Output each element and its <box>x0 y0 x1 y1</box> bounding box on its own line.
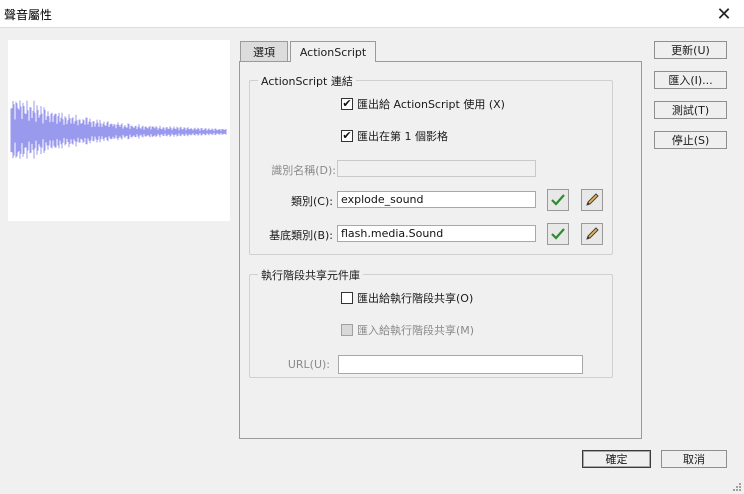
checkmark-icon <box>551 194 565 206</box>
waveform-preview <box>8 40 230 221</box>
export-runtime-row[interactable]: 匯出給執行階段共享(O) <box>341 290 473 306</box>
import-runtime-row: 匯入給執行階段共享(M) <box>341 322 474 338</box>
actionscript-panel: ActionScript 連結 ✔ 匯出給 ActionScript 使用 (X… <box>239 61 642 439</box>
export-frame1-label: 匯出在第 1 個影格 <box>357 130 448 143</box>
import-runtime-checkbox <box>341 324 353 336</box>
waveform-path <box>10 100 227 159</box>
export-frame1-checkbox[interactable]: ✔ <box>341 130 353 142</box>
validate-class-button[interactable] <box>547 189 569 211</box>
linkage-legend: ActionScript 連結 <box>258 73 356 89</box>
tab-actionscript[interactable]: ActionScript <box>290 41 376 62</box>
waveform-graphic <box>10 100 227 159</box>
export-actionscript-row[interactable]: ✔ 匯出給 ActionScript 使用 (X) <box>341 96 505 112</box>
edit-class-button[interactable] <box>581 189 603 211</box>
test-button[interactable]: 測試(T) <box>654 101 727 119</box>
identifier-label: 識別名稱(D): <box>271 164 336 177</box>
close-icon: ✕ <box>716 3 732 25</box>
ok-button[interactable]: 確定 <box>582 450 651 468</box>
base-class-label: 基底類別(B): <box>269 229 333 242</box>
export-frame1-row[interactable]: ✔ 匯出在第 1 個影格 <box>341 128 448 144</box>
identifier-input[interactable] <box>337 160 536 177</box>
pencil-icon <box>586 227 599 240</box>
class-label: 類別(C): <box>291 195 333 208</box>
resize-grip-icon[interactable] <box>730 480 742 492</box>
export-actionscript-checkbox[interactable]: ✔ <box>341 98 353 110</box>
base-class-input[interactable]: flash.media.Sound <box>337 225 536 242</box>
import-runtime-label: 匯入給執行階段共享(M) <box>357 324 475 337</box>
export-runtime-checkbox[interactable] <box>341 292 353 304</box>
edit-base-class-button[interactable] <box>581 223 603 245</box>
tab-options-label: 選項 <box>253 45 275 59</box>
class-input[interactable]: explode_sound <box>337 191 536 208</box>
title-bar: 聲音屬性 ✕ <box>0 0 744 28</box>
tab-actionscript-label: ActionScript <box>299 45 367 59</box>
close-button[interactable]: ✕ <box>704 0 744 28</box>
runtime-sharing-legend: 執行階段共享元件庫 <box>258 267 363 283</box>
export-runtime-label: 匯出給執行階段共享(O) <box>357 292 474 305</box>
url-input[interactable] <box>338 355 583 374</box>
import-button[interactable]: 匯入(I)... <box>654 71 727 89</box>
url-label: URL(U): <box>287 358 330 371</box>
stop-button[interactable]: 停止(S) <box>654 131 727 149</box>
validate-base-class-button[interactable] <box>547 223 569 245</box>
update-button[interactable]: 更新(U) <box>654 41 727 59</box>
tab-options[interactable]: 選項 <box>240 41 288 61</box>
cancel-button[interactable]: 取消 <box>661 450 727 468</box>
window-title: 聲音屬性 <box>4 8 53 22</box>
pencil-icon <box>586 193 599 206</box>
checkmark-icon <box>551 228 565 240</box>
export-actionscript-label: 匯出給 ActionScript 使用 (X) <box>357 98 505 111</box>
